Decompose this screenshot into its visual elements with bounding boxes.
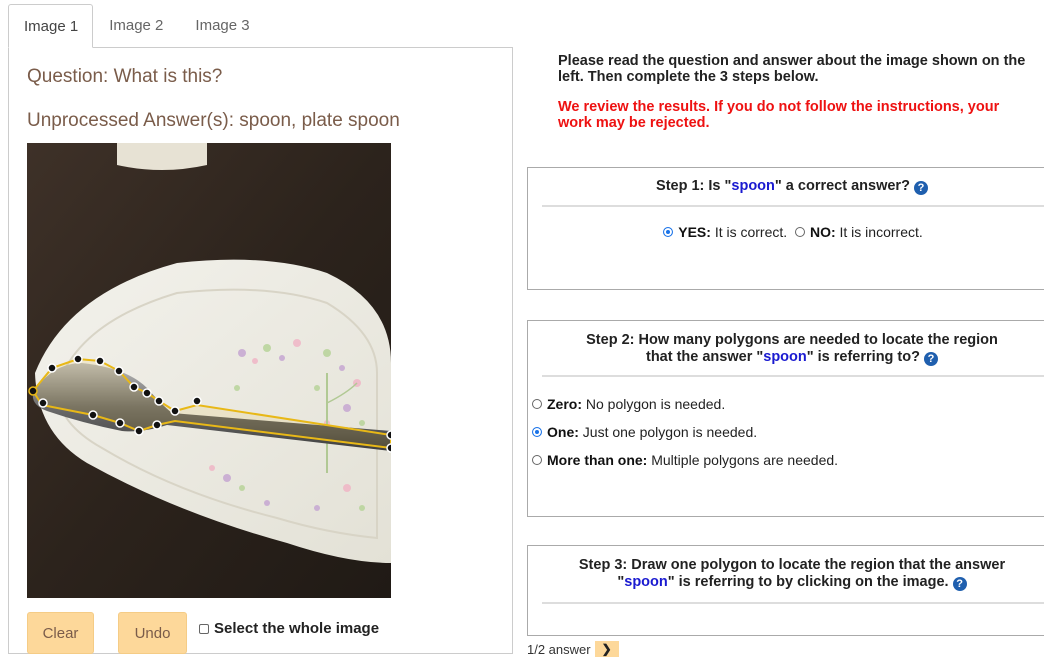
question-circle-icon[interactable]: ?	[924, 352, 939, 366]
answer-pager: 1/2 answer ❯	[527, 641, 619, 657]
step-1-answer: spoon	[731, 178, 775, 194]
select-whole-image[interactable]: Select the whole image	[199, 620, 379, 637]
instructions-text: Please read the question and answer abou…	[558, 53, 1026, 85]
clear-button[interactable]: Clear	[27, 612, 94, 654]
yes-radio[interactable]	[663, 227, 674, 237]
tab-image-1[interactable]: Image 1	[8, 4, 94, 48]
tab-image-2[interactable]: Image 2	[93, 4, 179, 48]
step-3-panel: Step 3: Draw one polygon to locate the r…	[527, 545, 1044, 636]
step-1-title: Step 1: Is "spoon" a correct answer? ?	[528, 178, 1044, 195]
step-2-answer: spoon	[763, 349, 807, 365]
question-circle-icon[interactable]: ?	[952, 577, 967, 591]
question-circle-icon[interactable]: ?	[913, 181, 928, 195]
option-one[interactable]: One: Just one polygon is needed.	[532, 424, 757, 440]
warning-text: We review the results. If you do not fol…	[558, 99, 1000, 131]
mug	[117, 143, 207, 170]
step-3-title: Step 3: Draw one polygon to locate the r…	[578, 557, 1006, 591]
step-1-options: YES: It is correct. NO: It is incorrect.	[528, 224, 1044, 240]
undo-button[interactable]: Undo	[118, 612, 187, 654]
tab-image-3[interactable]: Image 3	[179, 4, 265, 48]
more-radio[interactable]	[532, 455, 542, 465]
chevron-right-icon[interactable]: ❯	[594, 641, 619, 657]
question-text: Question: What is this?	[27, 66, 223, 87]
step-2-panel: Step 2: How many polygons are needed to …	[527, 320, 1044, 517]
answers-text: Unprocessed Answer(s): spoon, plate spoo…	[27, 110, 400, 131]
step-3-answer: spoon	[624, 574, 668, 590]
no-radio[interactable]	[794, 227, 805, 237]
image-tabs: Image 1 Image 2 Image 3	[8, 4, 266, 48]
option-zero[interactable]: Zero: No polygon is needed.	[532, 396, 725, 412]
one-radio[interactable]	[532, 427, 542, 437]
step-1-panel: Step 1: Is "spoon" a correct answer? ? Y…	[527, 167, 1044, 290]
image-panel: Question: What is this? Unprocessed Answ…	[8, 47, 513, 654]
step-2-title: Step 2: How many polygons are needed to …	[586, 332, 998, 366]
select-whole-checkbox[interactable]	[199, 623, 209, 634]
zero-radio[interactable]	[532, 399, 542, 409]
option-more[interactable]: More than one: Multiple polygons are nee…	[532, 452, 838, 468]
select-whole-label: Select the whole image	[214, 620, 380, 637]
annotation-image[interactable]	[27, 143, 391, 598]
pager-text: 1/2 answer	[527, 641, 591, 657]
